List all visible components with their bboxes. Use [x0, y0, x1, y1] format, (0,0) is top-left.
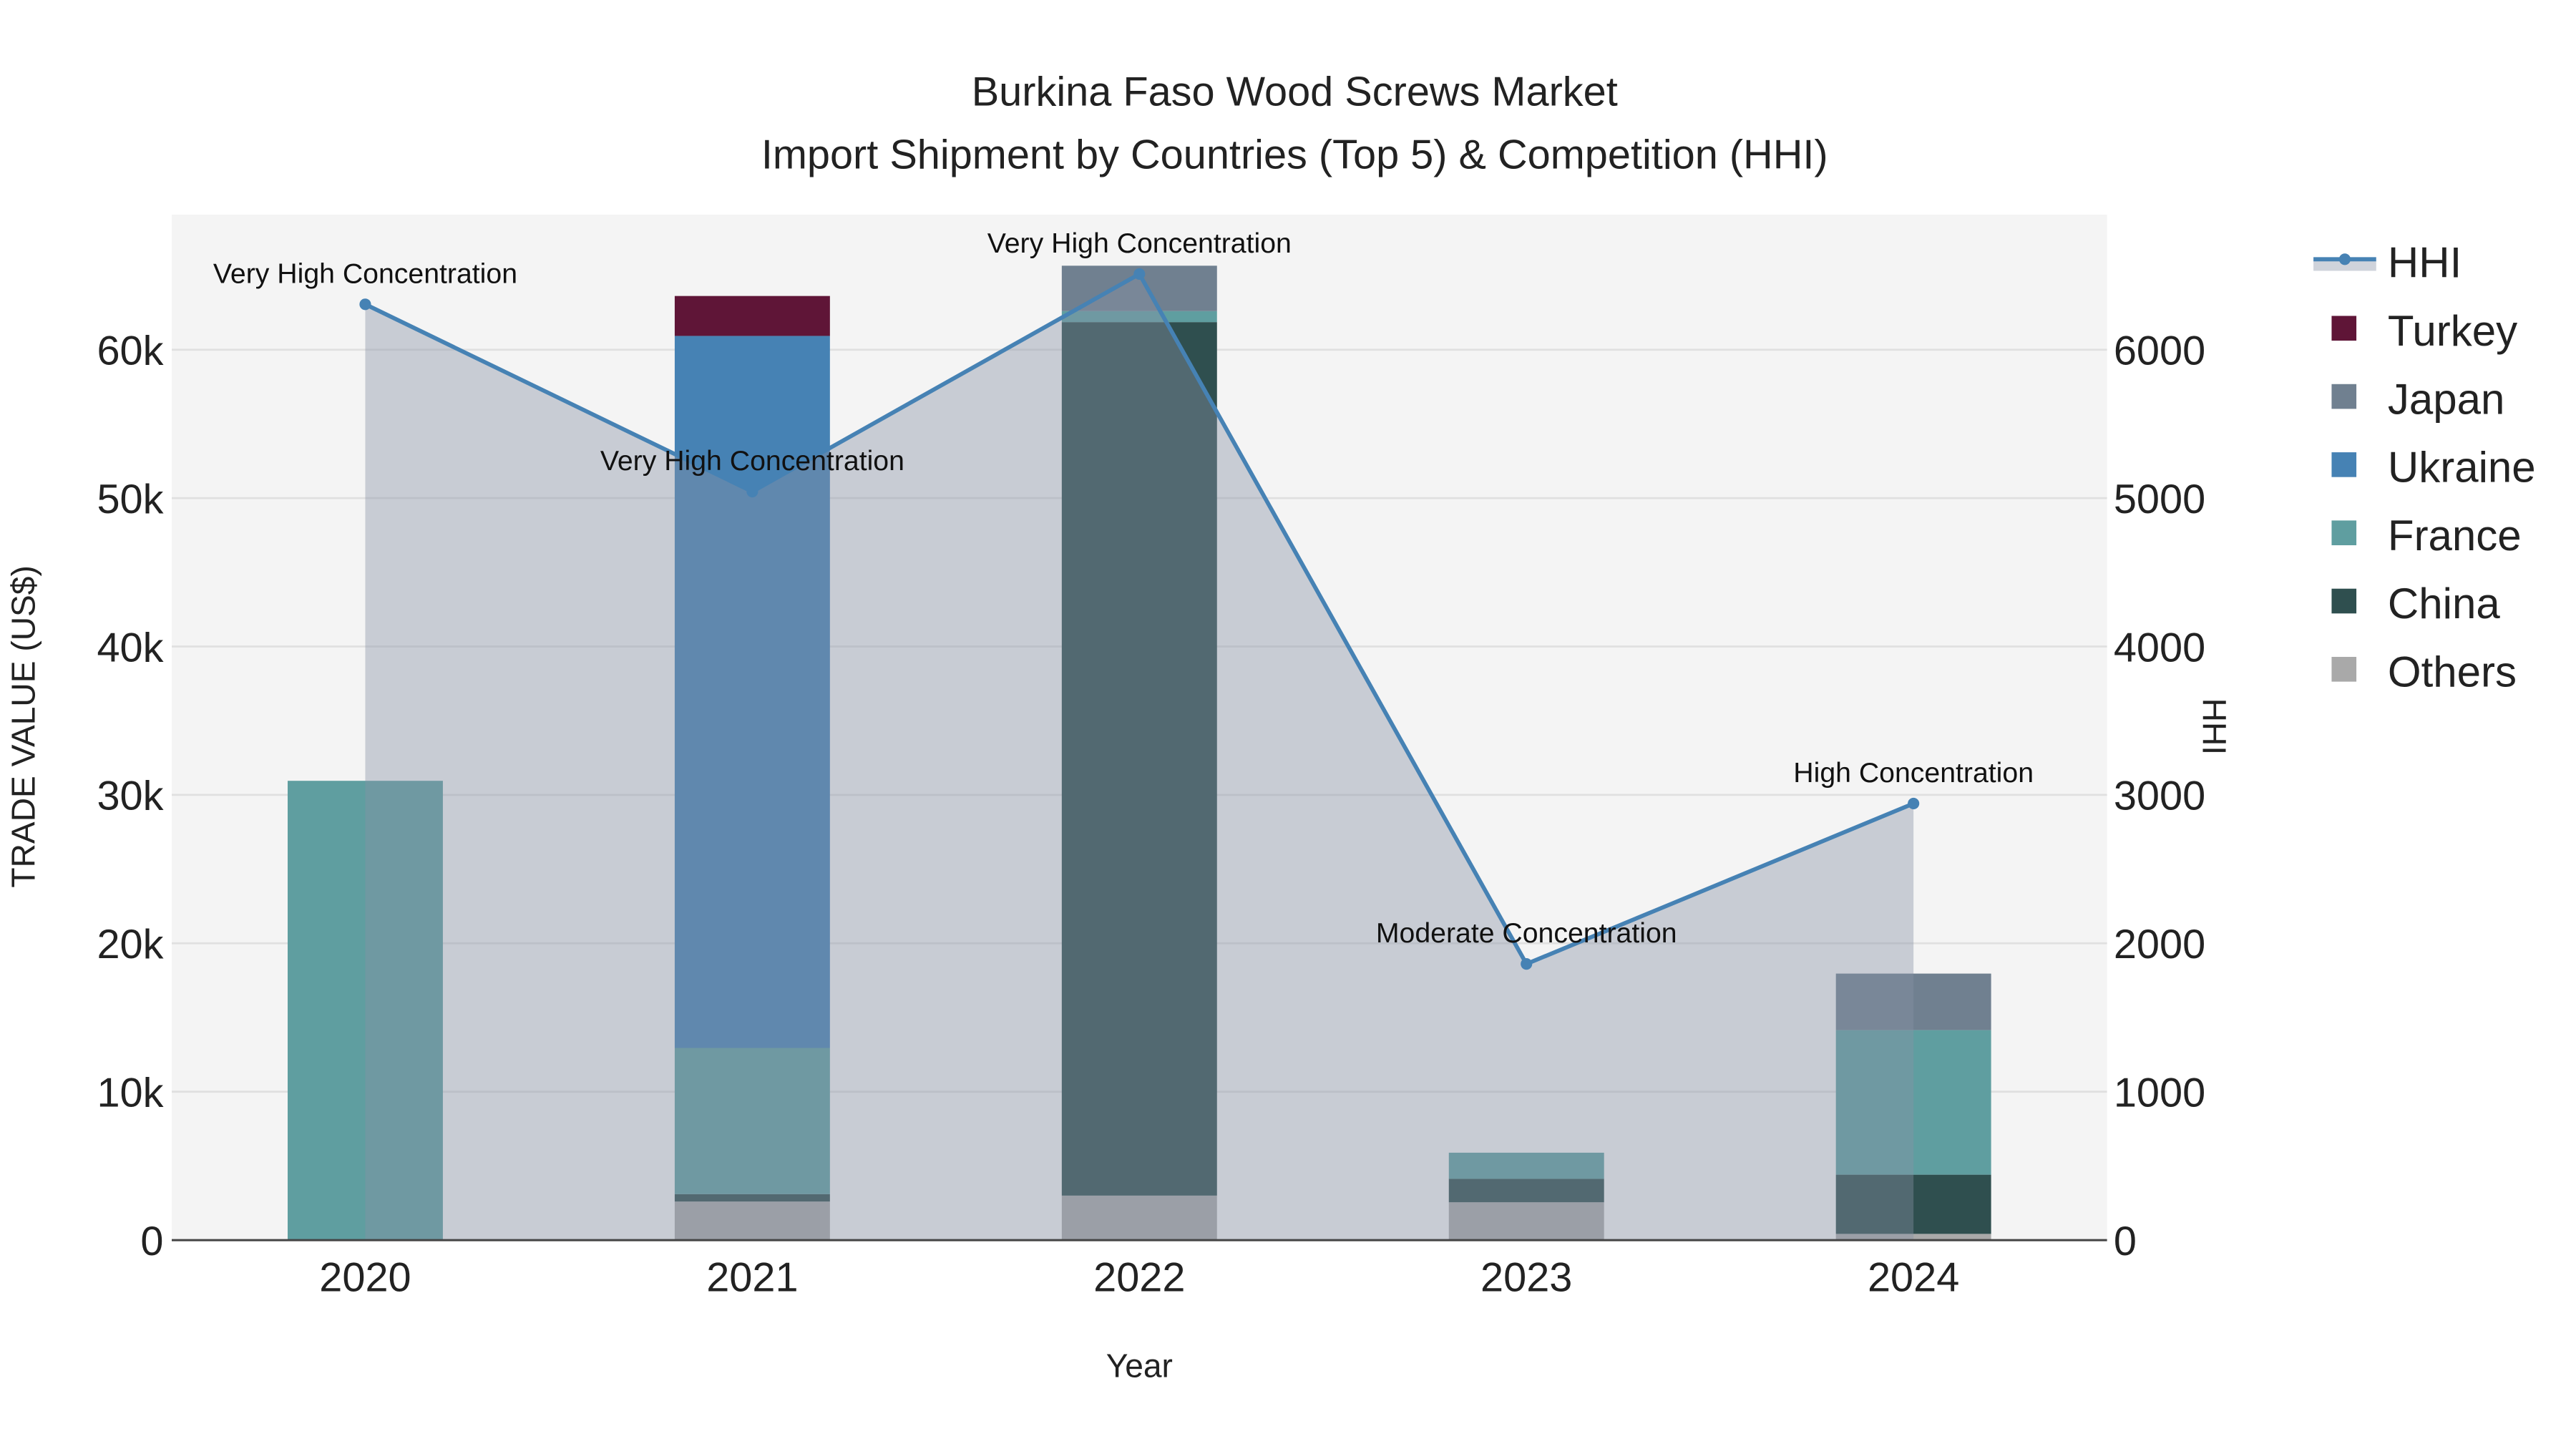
y2-axis-title: HHI: [2195, 698, 2233, 755]
chart-title: Burkina Faso Wood Screws Market: [972, 69, 1618, 115]
hhi-annotation: Very High Concentration: [987, 228, 1292, 259]
x-tick-label: 2022: [1093, 1255, 1185, 1301]
legend-swatch-japan: [2331, 384, 2357, 409]
y-tick-label: 30k: [97, 774, 163, 819]
legend-label-japan: Japan: [2388, 375, 2504, 423]
y2-tick-label: 0: [2114, 1219, 2137, 1264]
legend-label-china: China: [2388, 580, 2500, 628]
chart-subtitle: Import Shipment by Countries (Top 5) & C…: [761, 132, 1828, 177]
legend-swatch-france: [2331, 520, 2357, 545]
y-tick-label: 0: [140, 1219, 163, 1264]
x-tick-label: 2023: [1480, 1255, 1572, 1301]
y-tick-label: 40k: [97, 625, 163, 670]
hhi-annotation: Moderate Concentration: [1376, 917, 1677, 949]
y-axis-title: TRADE VALUE (US$): [4, 565, 42, 887]
legend: HHI Turkey Japan Ukraine France China Others: [2313, 239, 2536, 696]
legend-swatch-turkey: [2331, 316, 2357, 341]
hhi-annotation: Very High Concentration: [600, 445, 904, 477]
x-tick-label: 2021: [706, 1255, 798, 1301]
x-tick-label: 2024: [1868, 1255, 1959, 1301]
y2-tick-label: 6000: [2114, 328, 2205, 374]
hhi-point-2021: [746, 485, 758, 498]
x-axis-title: Year: [1106, 1347, 1173, 1385]
y-tick-label: 10k: [97, 1070, 163, 1116]
y2-tick-label: 4000: [2114, 625, 2205, 670]
chart: Very High Concentration Very High Concent…: [4, 69, 2536, 1385]
hhi-annotation: High Concentration: [1793, 757, 2034, 789]
legend-label-turkey: Turkey: [2388, 307, 2517, 355]
bar-turkey-2021: [674, 296, 830, 336]
y2-tick-label: 1000: [2114, 1070, 2205, 1116]
hhi-point-2020: [359, 298, 371, 311]
hhi-point-2023: [1521, 958, 1533, 970]
legend-swatch-ukraine: [2331, 452, 2357, 477]
x-tick-label: 2020: [319, 1255, 411, 1301]
legend-hhi-marker: [2338, 253, 2351, 265]
legend-swatch-others: [2331, 657, 2357, 682]
hhi-point-2024: [1908, 797, 1920, 810]
y-tick-label: 50k: [97, 477, 163, 522]
legend-label-france: France: [2388, 512, 2522, 560]
legend-label-others: Others: [2388, 648, 2517, 696]
hhi-point-2022: [1133, 268, 1146, 280]
y2-tick-label: 3000: [2114, 774, 2205, 819]
y2-tick-label: 5000: [2114, 477, 2205, 522]
hhi-annotation: Very High Concentration: [213, 258, 517, 289]
y2-tick-label: 2000: [2114, 922, 2205, 967]
legend-swatch-china: [2331, 588, 2357, 614]
legend-label-ukraine: Ukraine: [2388, 444, 2536, 492]
legend-label-hhi: HHI: [2388, 239, 2462, 287]
y-tick-label: 20k: [97, 922, 163, 967]
y-tick-label: 60k: [97, 328, 163, 374]
